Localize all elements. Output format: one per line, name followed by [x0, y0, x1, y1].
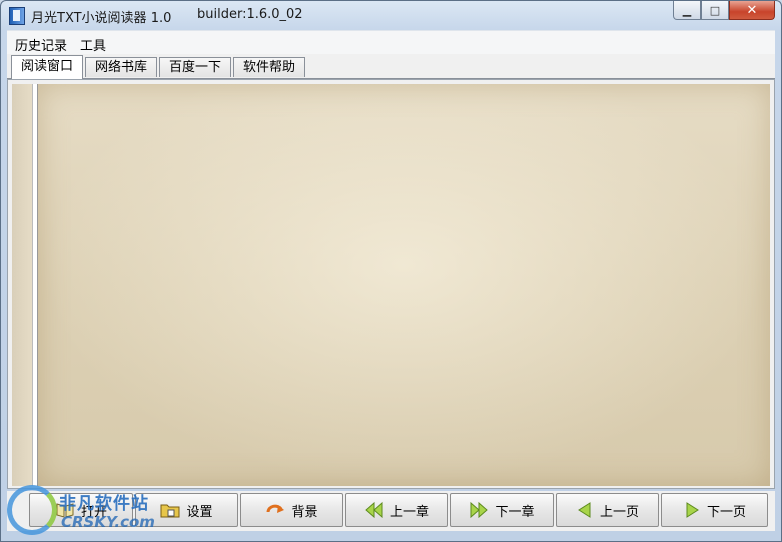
- maximize-button[interactable]: □: [701, 1, 729, 20]
- open-label: 打开: [80, 504, 107, 520]
- prev-page-label: 上一页: [599, 504, 639, 520]
- minimize-button[interactable]: ▁: [673, 1, 701, 20]
- refresh-arrow-icon: [266, 504, 285, 513]
- reading-page[interactable]: [38, 84, 770, 486]
- next-chapter-button[interactable]: 下一章: [450, 493, 554, 527]
- menu-tools[interactable]: 工具: [80, 35, 106, 54]
- menu-bar: 历史记录 工具: [7, 30, 775, 55]
- chapter-side-panel[interactable]: [12, 84, 33, 486]
- tab-reading-window[interactable]: 阅读窗口: [11, 55, 83, 79]
- close-icon: ✕: [746, 2, 758, 18]
- close-button[interactable]: ✕: [729, 1, 775, 20]
- minimize-icon: ▁: [682, 3, 692, 17]
- background-label: 背景: [291, 504, 318, 520]
- right-triangle-icon: [686, 502, 699, 518]
- open-button[interactable]: 打开: [29, 493, 133, 527]
- maximize-icon: □: [709, 3, 721, 17]
- left-triangle-icon: [578, 502, 591, 518]
- menu-history[interactable]: 历史记录: [15, 35, 67, 54]
- background-button[interactable]: 背景: [240, 493, 343, 527]
- next-chapter-label: 下一章: [495, 504, 535, 520]
- folder-settings-icon: [160, 504, 180, 518]
- next-page-button[interactable]: 下一页: [661, 493, 768, 527]
- tab-online-library[interactable]: 网络书库: [85, 57, 157, 77]
- next-page-label: 下一页: [706, 504, 746, 520]
- reading-area: [7, 79, 775, 489]
- tab-baidu-search[interactable]: 百度一下: [159, 57, 231, 77]
- prev-chapter-button[interactable]: 上一章: [345, 493, 448, 527]
- app-book-icon: [9, 7, 25, 25]
- tab-software-help[interactable]: 软件帮助: [233, 57, 305, 77]
- settings-label: 设置: [186, 504, 213, 520]
- app-window: 月光TXT小说阅读器 1.0 builder:1.6.0_02 ▁ □ ✕ 历史…: [0, 0, 782, 542]
- double-left-arrow-icon: [365, 501, 383, 519]
- prev-chapter-label: 上一章: [389, 504, 429, 520]
- window-controls: ▁ □ ✕: [673, 1, 775, 20]
- bottom-toolbar: 打开 设置 背景 上一章 下一章 上一页 下一页: [7, 491, 775, 531]
- window-title: 月光TXT小说阅读器 1.0: [31, 11, 172, 26]
- double-right-arrow-icon: [470, 501, 489, 519]
- title-bar[interactable]: 月光TXT小说阅读器 1.0 builder:1.6.0_02 ▁ □ ✕: [1, 1, 781, 29]
- build-version: builder:1.6.0_02: [197, 7, 303, 22]
- tab-bar: 阅读窗口 网络书库 百度一下 软件帮助: [7, 54, 775, 79]
- settings-button[interactable]: 设置: [135, 493, 238, 527]
- prev-page-button[interactable]: 上一页: [556, 493, 659, 527]
- open-book-icon: [56, 503, 74, 518]
